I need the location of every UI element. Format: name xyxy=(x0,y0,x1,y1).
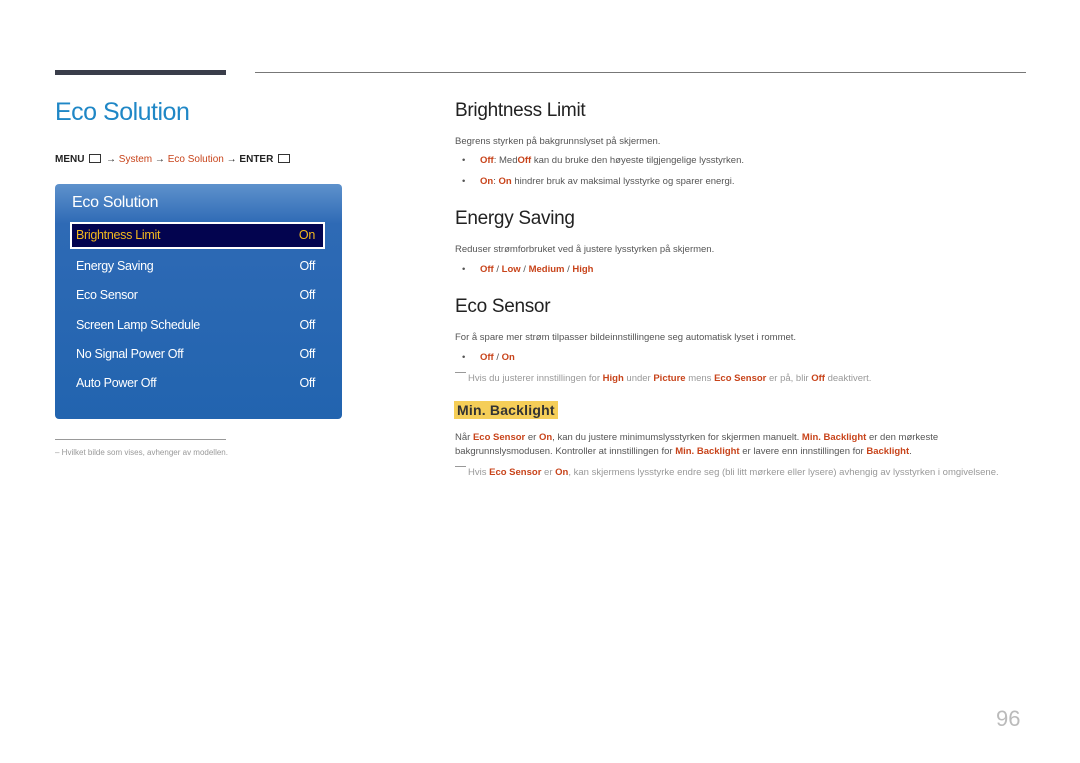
menu-item-screen-lamp-schedule[interactable]: Screen Lamp Schedule Off xyxy=(70,312,325,339)
brightness-limit-description: Begrens styrken på bakgrunnslyset på skj… xyxy=(455,136,661,147)
text: Off xyxy=(811,373,825,384)
option-on: On xyxy=(501,352,515,363)
text: , kan skjermens lysstyrke endre seg (bli… xyxy=(568,467,999,478)
sep: / xyxy=(520,264,529,275)
text: mens xyxy=(685,373,715,384)
text: Hvis xyxy=(468,467,490,478)
option-high: High xyxy=(572,264,594,275)
bullet-item: • Off: MedOff kan du bruke den høyeste ti… xyxy=(462,155,745,166)
text: Min. Backlight xyxy=(801,432,867,443)
menu-item-no-signal-power-off[interactable]: No Signal Power Off Off xyxy=(70,341,325,368)
page-title: Eco Solution xyxy=(55,98,190,126)
option-off: Off xyxy=(480,352,494,363)
header-bar-thick xyxy=(55,70,226,75)
menu-item-value: On xyxy=(298,228,315,242)
heading-eco-sensor: Eco Sensor xyxy=(455,296,551,317)
option-on: On xyxy=(498,176,512,187)
menu-item-value: Off xyxy=(299,347,315,361)
text: Hvis du justerer innstillingen for xyxy=(468,373,603,384)
menu-item-brightness-limit[interactable]: Brightness Limit On xyxy=(70,222,325,249)
text: deaktivert. xyxy=(824,373,872,384)
text: er xyxy=(541,467,556,478)
text: Eco Sensor xyxy=(714,373,767,384)
option-off: Off xyxy=(480,155,494,166)
option-off: Off xyxy=(517,155,532,166)
enter-icon xyxy=(278,154,291,163)
text: Eco Sensor xyxy=(489,467,542,478)
page-number: 96 xyxy=(996,706,1021,731)
option-off: Off xyxy=(480,264,494,275)
menu-item-label: Eco Sensor xyxy=(76,288,138,302)
sep: / xyxy=(493,352,502,363)
text: Eco Sensor xyxy=(472,432,526,443)
menu-item-eco-sensor[interactable]: Eco Sensor Off xyxy=(70,282,325,309)
text: Backlight xyxy=(866,446,910,457)
min-backlight-line1: Når Eco Sensor er On, kan du justere min… xyxy=(455,432,938,443)
text: hindrer bruk av maksimal lysstyrke og sp… xyxy=(511,176,735,187)
footnote: – Hvilket bilde som vises, avhenger av m… xyxy=(55,448,228,457)
bullet-item: • Off / Low / Medium / High xyxy=(462,264,594,275)
text: Picture xyxy=(653,373,686,384)
heading-brightness-limit: Brightness Limit xyxy=(455,100,586,121)
sep: / xyxy=(493,264,502,275)
heading-min-backlight: Min. Backlight xyxy=(454,401,558,419)
text: under xyxy=(623,373,654,384)
eco-sensor-note: Hvis du justerer innstillingen for High … xyxy=(455,372,871,384)
menu-item-label: Brightness Limit xyxy=(76,228,161,242)
note-dash-icon xyxy=(455,466,466,467)
text: er den mørkeste xyxy=(866,432,939,443)
text: Når xyxy=(455,432,473,443)
option-medium: Medium xyxy=(528,264,565,275)
menu-item-value: Off xyxy=(299,288,315,302)
text: er lavere enn innstillingen for xyxy=(739,446,867,457)
panel-title: Eco Solution xyxy=(72,194,159,211)
text: kan du bruke den høyeste tilgjengelige l… xyxy=(531,155,745,166)
heading-energy-saving: Energy Saving xyxy=(455,208,575,229)
option-low: Low xyxy=(501,264,521,275)
menu-item-label: Auto Power Off xyxy=(76,376,157,390)
bullet-item: • Off / On xyxy=(462,352,515,363)
breadcrumb: MENU → System → Eco Solution → ENTER xyxy=(55,154,292,165)
option-on: On xyxy=(480,176,494,187)
text: Min. Backlight xyxy=(675,446,740,457)
footnote-text: Hvilket bilde som vises, avhenger av mod… xyxy=(61,448,228,457)
menu-item-label: Screen Lamp Schedule xyxy=(76,318,200,332)
energy-saving-description: Reduser strømforbruket ved å justere lys… xyxy=(455,244,715,255)
text: High xyxy=(602,373,624,384)
text: bakgrunnslysmodusen. Kontroller at innst… xyxy=(455,446,676,457)
eco-solution-panel: Eco Solution Brightness Limit On Energy … xyxy=(55,184,342,419)
text: . xyxy=(909,446,912,457)
breadcrumb-system: System xyxy=(118,154,153,165)
min-backlight-line2: bakgrunnslysmodusen. Kontroller at innst… xyxy=(455,446,912,457)
arrow: → xyxy=(226,154,237,165)
eco-sensor-description: For å spare mer strøm tilpasser bildeinn… xyxy=(455,332,797,343)
text: On xyxy=(538,432,553,443)
menu-item-value: Off xyxy=(299,318,315,332)
header-rule xyxy=(255,72,1026,73)
text: : Med xyxy=(493,155,518,166)
min-backlight-note: Hvis Eco Sensor er On, kan skjermens lys… xyxy=(455,466,999,478)
text: , kan du justere minimumslysstyrken for … xyxy=(552,432,802,443)
menu-icon xyxy=(89,154,102,163)
arrow: → xyxy=(154,154,165,165)
menu-item-auto-power-off[interactable]: Auto Power Off Off xyxy=(70,370,325,397)
menu-item-label: No Signal Power Off xyxy=(76,347,184,361)
bullet-item: • On: On hindrer bruk av maksimal lysstyr… xyxy=(462,176,735,187)
arrow: → xyxy=(106,154,117,165)
text: er på, blir xyxy=(766,373,812,384)
breadcrumb-eco-solution: Eco Solution xyxy=(167,154,224,165)
menu-item-label: Energy Saving xyxy=(76,259,154,273)
menu-item-energy-saving[interactable]: Energy Saving Off xyxy=(70,253,325,280)
menu-label: MENU xyxy=(55,154,85,165)
footnote-rule xyxy=(55,439,226,440)
menu-item-value: Off xyxy=(299,259,315,273)
text: er xyxy=(525,432,539,443)
enter-label: ENTER xyxy=(239,154,274,165)
menu-item-value: Off xyxy=(299,376,315,390)
text: On xyxy=(555,467,569,478)
note-dash-icon xyxy=(455,372,466,373)
